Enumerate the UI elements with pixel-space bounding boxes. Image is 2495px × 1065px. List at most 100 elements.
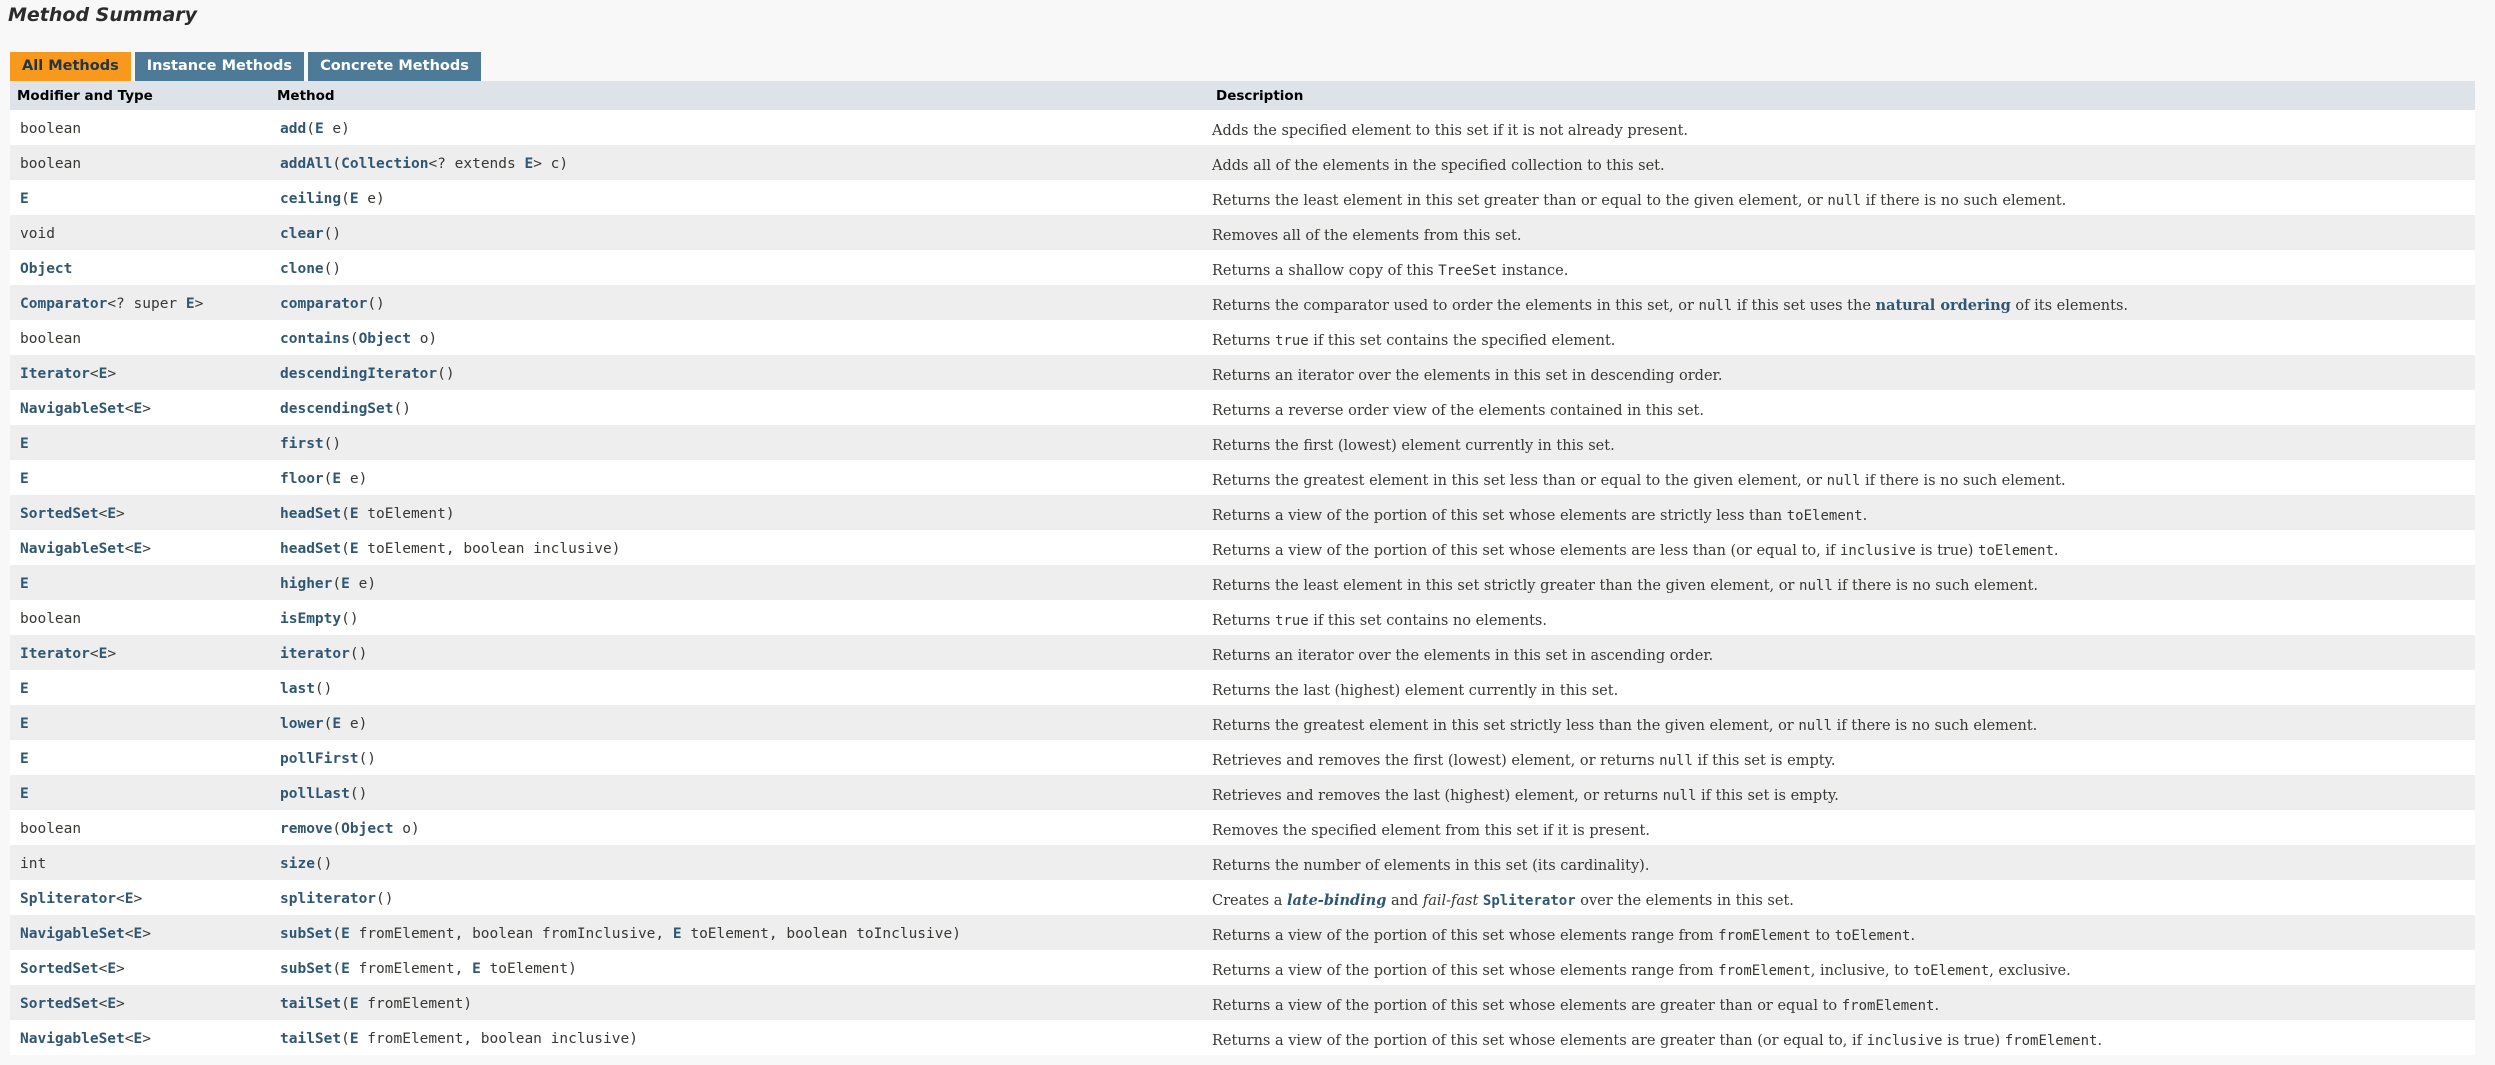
table-row: Elast() Returns the last (highest) elemen… <box>10 670 2475 705</box>
method-name-link[interactable]: pollFirst <box>280 751 359 767</box>
method-name-link[interactable]: pollLast <box>280 786 350 802</box>
natural-ordering-link[interactable]: natural ordering <box>1876 297 2011 314</box>
method-name-link[interactable]: headSet <box>280 506 341 522</box>
type-link[interactable]: E <box>20 471 29 487</box>
type-link[interactable]: E <box>673 926 682 942</box>
tab-concrete-methods[interactable]: Concrete Methods <box>308 52 481 81</box>
type-link[interactable]: E <box>20 716 29 732</box>
type-link[interactable]: SortedSet <box>20 506 99 522</box>
method-name-link[interactable]: add <box>280 121 306 137</box>
table-row: boolean addAll(Collection<? extends E> c)… <box>10 145 2475 180</box>
method-name-link[interactable]: floor <box>280 471 324 487</box>
method-name-link[interactable]: headSet <box>280 541 341 557</box>
type-link[interactable]: E <box>99 366 108 382</box>
type-link[interactable]: E <box>20 786 29 802</box>
description-cell: Returns the comparator used to order the… <box>1209 285 2475 320</box>
type-link[interactable]: Object <box>359 331 411 347</box>
type-link[interactable]: E <box>472 961 481 977</box>
type-link[interactable]: E <box>134 926 143 942</box>
description-block: Returns a view of the portion of this se… <box>1212 928 1915 944</box>
type-link[interactable]: Comparator <box>20 296 107 312</box>
type-link[interactable]: E <box>107 506 116 522</box>
type-link[interactable]: E <box>350 541 359 557</box>
late-binding-link[interactable]: late-binding <box>1287 892 1386 909</box>
type-link[interactable]: Object <box>20 261 72 277</box>
type-link[interactable]: E <box>20 576 29 592</box>
method-name-link[interactable]: remove <box>280 821 332 837</box>
type-link[interactable]: NavigableSet <box>20 401 125 417</box>
type-link[interactable]: Spliterator <box>20 891 116 907</box>
type-link[interactable]: E <box>20 681 29 697</box>
method-name-link[interactable]: last <box>280 681 315 697</box>
type-link[interactable]: NavigableSet <box>20 1031 125 1047</box>
code-text: void <box>20 226 55 242</box>
modifier-and-type-cell: boolean <box>10 320 270 355</box>
method-name-link[interactable]: descendingIterator <box>280 366 437 382</box>
method-name-link[interactable]: contains <box>280 331 350 347</box>
type-link[interactable]: E <box>350 506 359 522</box>
method-name-link[interactable]: spliterator <box>280 891 376 907</box>
type-link[interactable]: E <box>20 191 29 207</box>
type-link[interactable]: E <box>107 961 116 977</box>
type-link[interactable]: E <box>134 541 143 557</box>
description-text: . <box>1934 998 1940 1014</box>
code-literal: null <box>1662 788 1697 804</box>
method-name-link[interactable]: addAll <box>280 156 332 172</box>
type-link[interactable]: SortedSet <box>20 996 99 1012</box>
type-link[interactable]: E <box>107 996 116 1012</box>
type-link[interactable]: E <box>332 471 341 487</box>
type-link[interactable]: E <box>524 156 533 172</box>
type-link[interactable]: E <box>134 1031 143 1047</box>
type-link[interactable]: E <box>332 716 341 732</box>
method-name-link[interactable]: lower <box>280 716 324 732</box>
type-link[interactable]: E <box>315 121 324 137</box>
type-link[interactable]: NavigableSet <box>20 541 125 557</box>
method-name-link[interactable]: higher <box>280 576 332 592</box>
type-link[interactable]: E <box>186 296 195 312</box>
method-name-link[interactable]: comparator <box>280 296 367 312</box>
type-link[interactable]: E <box>341 926 350 942</box>
type-link[interactable]: E <box>341 576 350 592</box>
method-cell: spliterator() <box>270 880 1209 915</box>
type-link[interactable]: E <box>350 1031 359 1047</box>
description-text: if there is no such element. <box>1832 718 2038 734</box>
type-link[interactable]: Iterator <box>20 366 90 382</box>
description-cell: Returns a view of the portion of this se… <box>1209 950 2475 985</box>
type-link[interactable]: E <box>125 891 134 907</box>
type-link[interactable]: NavigableSet <box>20 926 125 942</box>
method-name-link[interactable]: tailSet <box>280 1031 341 1047</box>
type-link[interactable]: E <box>20 436 29 452</box>
type-link[interactable]: SortedSet <box>20 961 99 977</box>
type-link[interactable]: E <box>99 646 108 662</box>
method-name-link[interactable]: clone <box>280 261 324 277</box>
type-link[interactable]: Object <box>341 821 393 837</box>
description-block: Returns the comparator used to order the… <box>1212 297 2128 314</box>
method-name-link[interactable]: size <box>280 856 315 872</box>
type-link[interactable]: Collection <box>341 156 428 172</box>
code-text: o) <box>410 331 438 347</box>
method-name-link[interactable]: ceiling <box>280 191 341 207</box>
method-name-link[interactable]: clear <box>280 226 324 242</box>
type-link[interactable]: E <box>350 996 359 1012</box>
description-cell: Returns a view of the portion of this se… <box>1209 495 2475 530</box>
description-block: Returns the greatest element in this set… <box>1212 473 2066 489</box>
method-name-link[interactable]: subSet <box>280 961 332 977</box>
type-link[interactable]: E <box>341 961 350 977</box>
type-link[interactable]: Iterator <box>20 646 90 662</box>
type-link[interactable]: E <box>20 751 29 767</box>
modifier-and-type-cell: NavigableSet<E> <box>10 390 270 425</box>
type-link[interactable]: E <box>350 191 359 207</box>
method-name-link[interactable]: subSet <box>280 926 332 942</box>
modifier-and-type-cell: Iterator<E> <box>10 355 270 390</box>
spliterator-link[interactable]: Spliterator <box>1483 893 1576 909</box>
tab-instance-methods[interactable]: Instance Methods <box>134 52 305 81</box>
description-text: if there is no such element. <box>1861 193 2067 209</box>
method-name-link[interactable]: descendingSet <box>280 401 394 417</box>
tab-all-methods[interactable]: All Methods <box>10 52 131 81</box>
code-text: > <box>116 996 125 1012</box>
method-name-link[interactable]: first <box>280 436 324 452</box>
method-name-link[interactable]: tailSet <box>280 996 341 1012</box>
type-link[interactable]: E <box>134 401 143 417</box>
method-name-link[interactable]: isEmpty <box>280 611 341 627</box>
method-name-link[interactable]: iterator <box>280 646 350 662</box>
